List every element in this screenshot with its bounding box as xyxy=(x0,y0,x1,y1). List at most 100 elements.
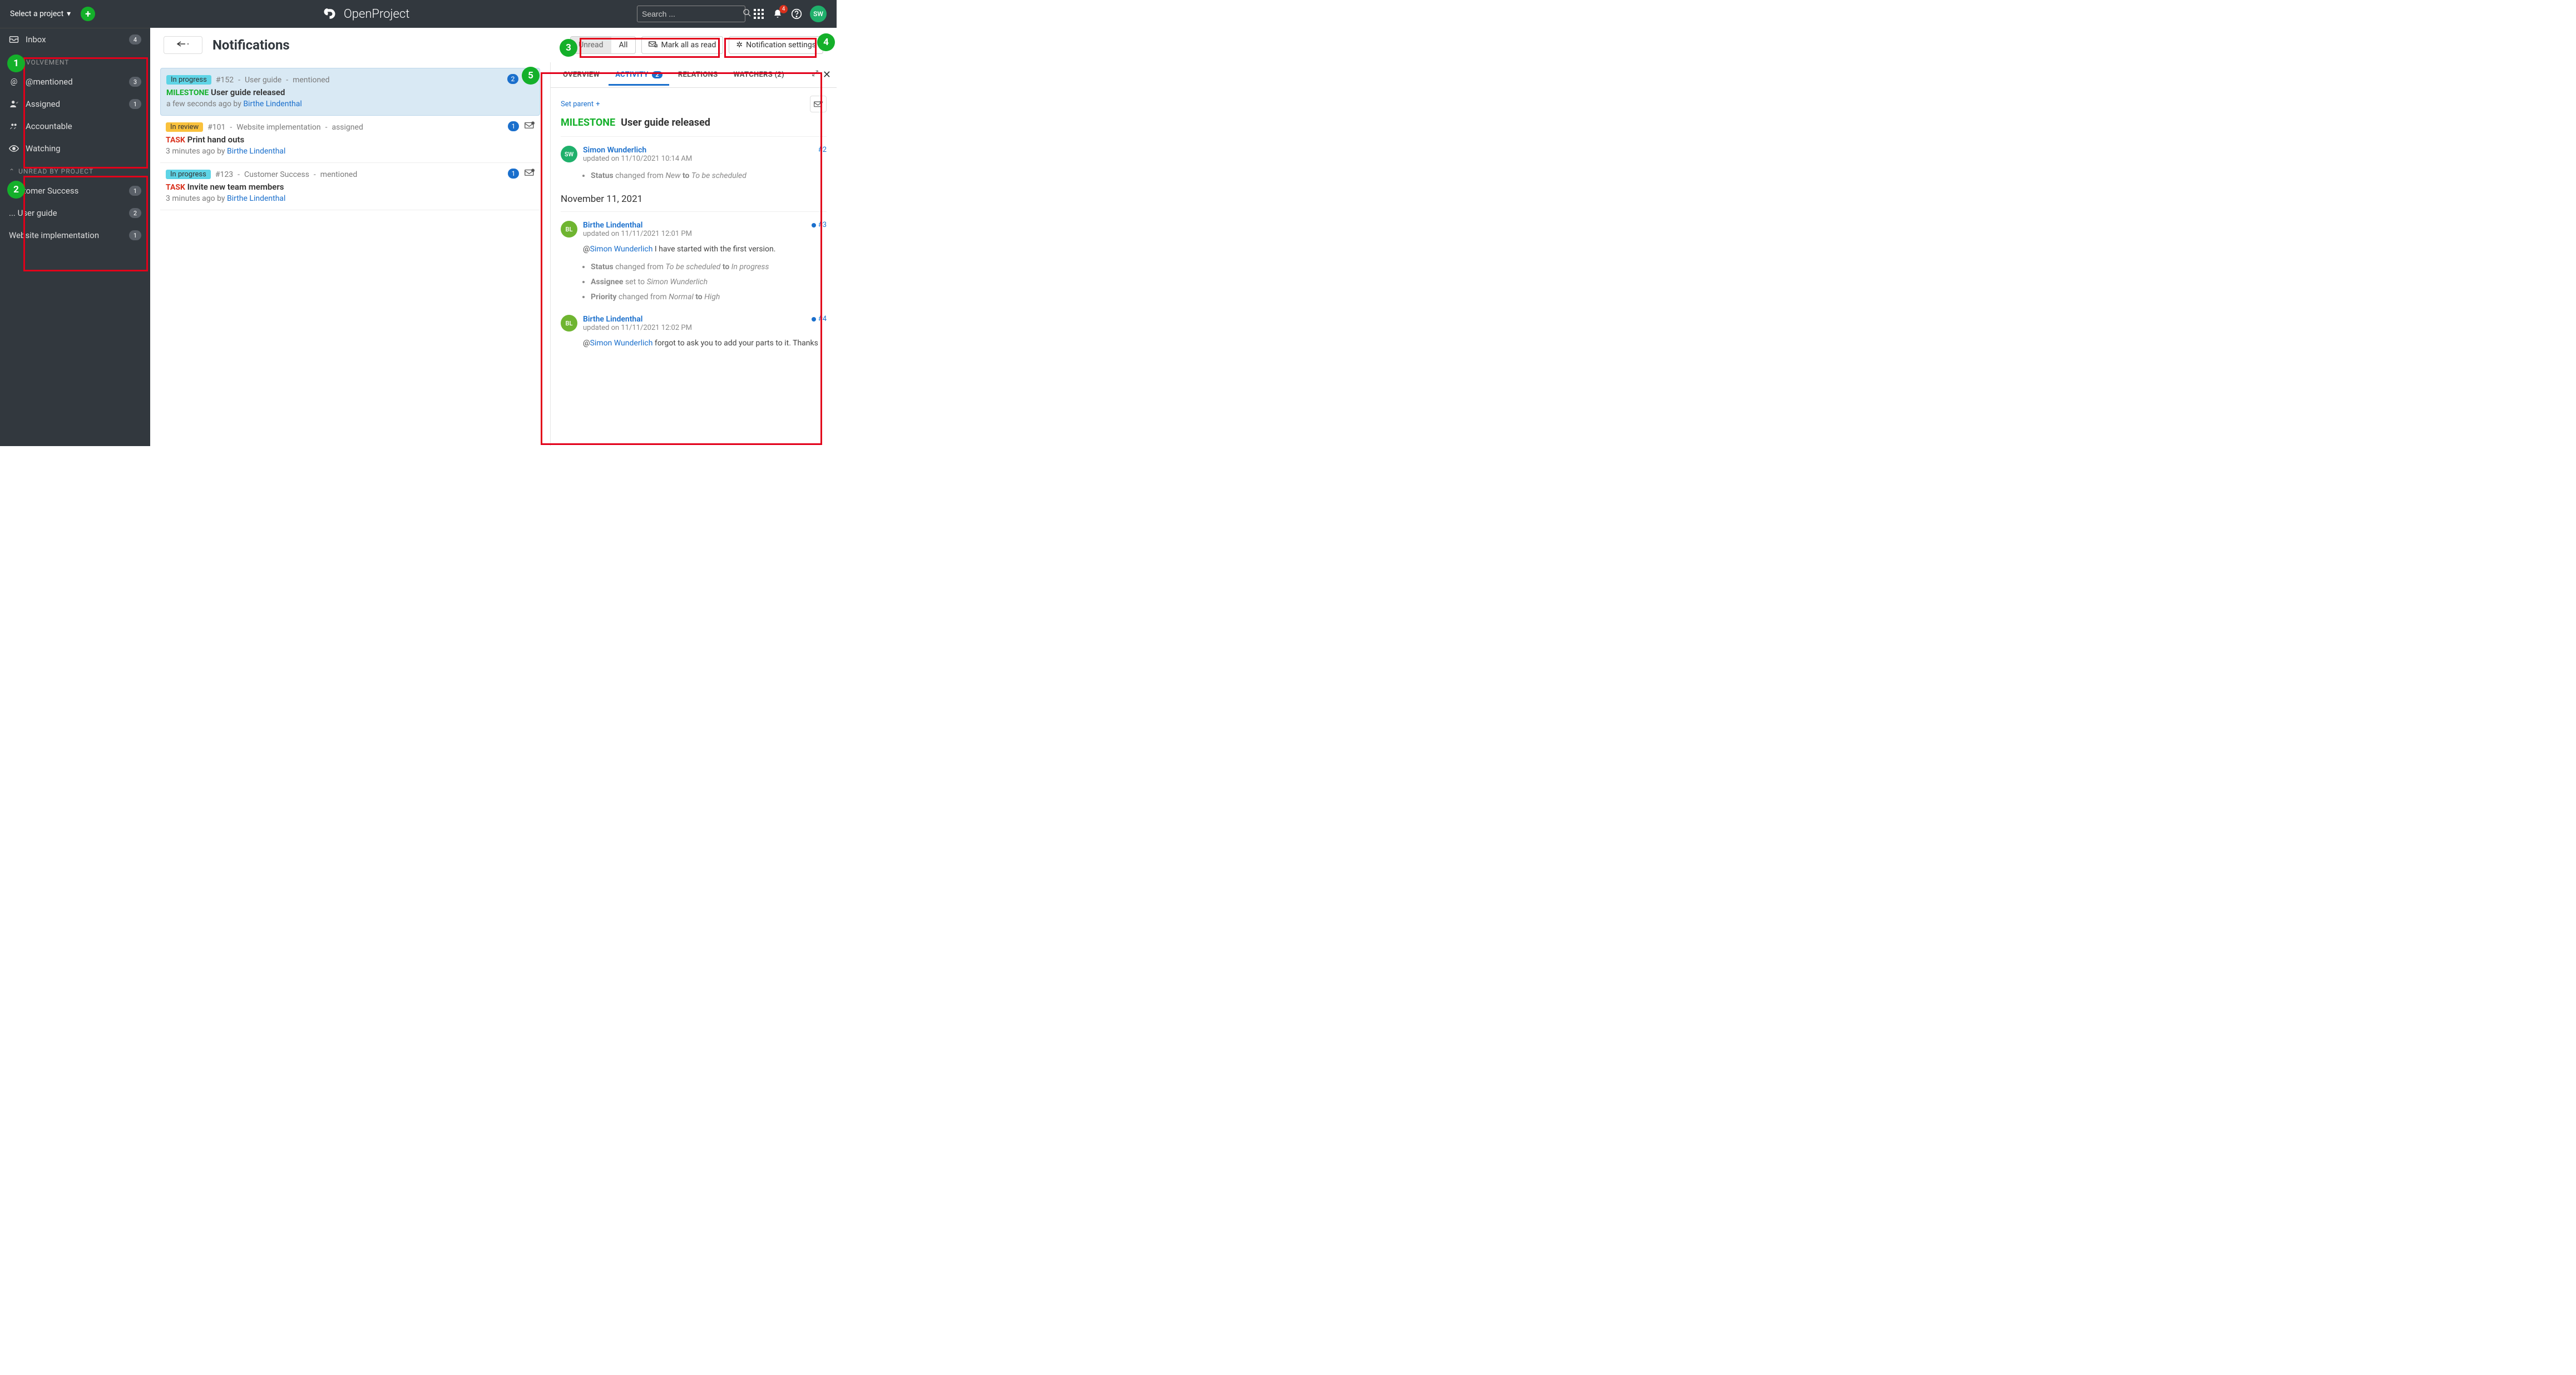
involvement-header: INVOLVEMENT xyxy=(18,58,69,66)
activity-entry: BL Birthe Lindenthal updated on 11/11/20… xyxy=(561,221,827,305)
bell-icon[interactable]: 4 xyxy=(772,8,783,19)
notification-item[interactable]: In progress #152 - User guide - mentione… xyxy=(160,68,540,116)
activity-number[interactable]: #3 xyxy=(812,221,827,229)
avatar: BL xyxy=(561,315,577,332)
notification-settings-button[interactable]: ✲ Notification settings xyxy=(729,36,823,54)
gear-icon: ✲ xyxy=(736,41,743,50)
detail-pane: OVERVIEW ACTIVITY 2 RELATIONS WATCHERS (… xyxy=(550,62,837,446)
sidebar-watching[interactable]: Watching xyxy=(0,137,150,160)
tab-overview[interactable]: OVERVIEW xyxy=(556,64,606,86)
divider xyxy=(561,136,827,137)
reason: mentioned xyxy=(293,76,329,85)
eye-icon xyxy=(9,145,19,152)
wp-title: User guide released xyxy=(211,87,285,97)
wp-id: #101 xyxy=(207,123,225,132)
search-box[interactable] xyxy=(637,6,745,22)
sidebar-section-unread[interactable]: ⌃ UNREAD BY PROJECT xyxy=(0,160,150,180)
help-icon[interactable] xyxy=(791,8,802,19)
detail-body: Set parent + MILESTONE User guide releas… xyxy=(551,88,837,446)
toolbar-right: Unread All Mark all as read ✲ Notificati… xyxy=(570,36,823,54)
close-icon[interactable]: ✕ xyxy=(823,69,831,81)
activity-count-badge: 2 xyxy=(652,71,662,78)
tab-relations[interactable]: RELATIONS xyxy=(671,64,724,86)
sidebar: Inbox 4 ⌃ INVOLVEMENT @ @mentioned 3 Ass… xyxy=(0,28,150,446)
activity-number[interactable]: #4 xyxy=(812,315,827,323)
tab-activity[interactable]: ACTIVITY 2 xyxy=(609,64,669,86)
select-project-dropdown[interactable]: Select a project ▾ xyxy=(10,9,71,18)
search-input[interactable] xyxy=(642,9,743,18)
wp-id: #123 xyxy=(215,170,233,179)
activity-user[interactable]: Simon Wunderlich xyxy=(583,146,692,155)
activity-number[interactable]: #2 xyxy=(818,146,827,154)
watch-button[interactable] xyxy=(810,96,827,112)
reason: mentioned xyxy=(320,170,357,179)
back-button[interactable] xyxy=(164,36,202,54)
detail-wp-title: User guide released xyxy=(621,117,710,128)
activity-entry: SW Simon Wunderlich updated on 11/10/202… xyxy=(561,146,827,184)
mark-read-icon[interactable] xyxy=(525,169,535,179)
inbox-label: Inbox xyxy=(26,34,122,44)
activity-time: updated on 11/10/2021 10:14 AM xyxy=(583,155,692,163)
callout-2: 2 xyxy=(7,181,25,199)
project-name: Customer Success xyxy=(244,170,309,179)
activity-user[interactable]: Birthe Lindenthal xyxy=(583,315,692,324)
avatar: BL xyxy=(561,221,577,238)
sidebar-mentioned[interactable]: @ @mentioned 3 xyxy=(0,71,150,93)
sidebar-assigned[interactable]: Assigned 1 xyxy=(0,93,150,115)
brand: OpenProject xyxy=(323,6,409,22)
sidebar-project-website-impl[interactable]: Website implementation 1 xyxy=(0,224,150,246)
topbar: Select a project ▾ + OpenProject 4 xyxy=(0,0,837,28)
status-chip: In progress xyxy=(166,170,211,179)
plus-icon: + xyxy=(596,100,600,108)
notification-item[interactable]: In review #101 - Website implementation … xyxy=(160,116,540,163)
at-icon: @ xyxy=(9,77,19,86)
author-link[interactable]: Birthe Lindenthal xyxy=(227,194,285,203)
account-icon xyxy=(9,122,19,131)
wp-title: Print hand outs xyxy=(187,135,245,145)
wp-type: MILESTONE xyxy=(166,88,209,97)
mark-all-read-button[interactable]: Mark all as read xyxy=(641,36,723,54)
topbar-right: 4 SW xyxy=(637,6,827,22)
detail-wp-type: MILESTONE xyxy=(561,117,615,128)
project-name: Website implementation xyxy=(236,123,320,132)
mark-read-icon[interactable] xyxy=(525,121,535,131)
callout-1: 1 xyxy=(7,55,25,72)
mention-link[interactable]: Simon Wunderlich xyxy=(590,339,653,348)
mention-link[interactable]: Simon Wunderlich xyxy=(590,245,653,254)
notification-item[interactable]: In progress #123 - Customer Success - me… xyxy=(160,163,540,210)
unread-dot-icon xyxy=(812,223,816,227)
user-icon xyxy=(9,100,19,108)
expand-icon[interactable]: ⤢ xyxy=(812,69,818,81)
activity-user[interactable]: Birthe Lindenthal xyxy=(583,221,692,230)
filter-all-button[interactable]: All xyxy=(611,37,636,53)
brand-name: OpenProject xyxy=(344,7,409,21)
toolbar: Notifications Unread All Mark all as rea… xyxy=(150,28,837,62)
user-avatar[interactable]: SW xyxy=(810,6,827,22)
tab-watchers[interactable]: WATCHERS (2) xyxy=(726,64,791,86)
activity-time: updated on 11/11/2021 12:02 PM xyxy=(583,324,692,332)
bell-badge: 4 xyxy=(779,5,788,13)
author-link[interactable]: Birthe Lindenthal xyxy=(227,147,285,156)
content: Notifications Unread All Mark all as rea… xyxy=(150,28,837,446)
activity-time: updated on 11/11/2021 12:01 PM xyxy=(583,230,692,238)
author-link[interactable]: Birthe Lindenthal xyxy=(243,100,301,108)
date-divider: November 11, 2021 xyxy=(561,194,827,205)
filter-segment: Unread All xyxy=(570,36,636,54)
sidebar-accountable[interactable]: Accountable xyxy=(0,115,150,137)
apps-grid-icon[interactable] xyxy=(753,8,764,19)
set-parent-button[interactable]: Set parent + xyxy=(561,100,600,108)
sidebar-project-user-guide[interactable]: ... User guide 2 xyxy=(0,202,150,224)
search-icon[interactable] xyxy=(743,8,751,19)
inbox-icon xyxy=(9,36,19,43)
chevron-up-icon: ⌃ xyxy=(9,167,15,175)
reason: assigned xyxy=(332,123,363,132)
wp-type: TASK xyxy=(166,183,185,192)
callout-4: 4 xyxy=(817,33,835,51)
sidebar-inbox[interactable]: Inbox 4 xyxy=(0,28,150,51)
add-button[interactable]: + xyxy=(81,7,95,21)
select-project-label: Select a project xyxy=(10,9,63,18)
activity-entry: BL Birthe Lindenthal updated on 11/11/20… xyxy=(561,315,827,349)
callout-5: 5 xyxy=(522,67,540,85)
divider xyxy=(561,211,827,212)
unread-dot-icon xyxy=(812,317,816,322)
